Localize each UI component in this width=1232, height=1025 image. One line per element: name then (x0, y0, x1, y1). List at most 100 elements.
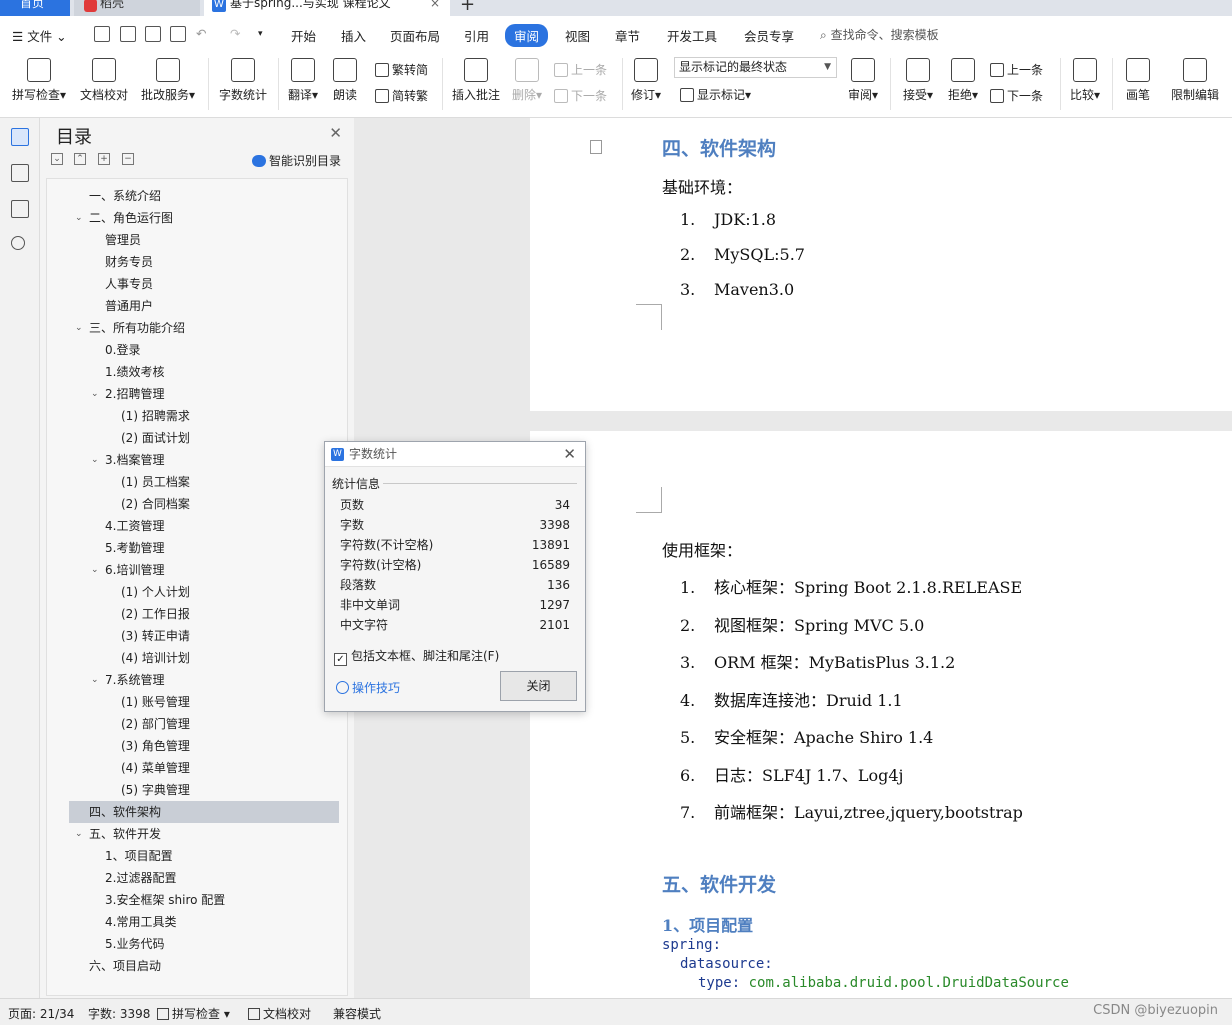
accept-button[interactable]: 接受▾ (899, 52, 937, 103)
close-icon[interactable]: ✕ (563, 445, 576, 463)
toc-item[interactable]: (2) 面试计划 (47, 427, 347, 449)
tips-link[interactable]: 操作技巧 (336, 679, 400, 696)
word-count-button[interactable]: 字数统计 (215, 52, 271, 103)
toc-item[interactable]: (2) 合同档案 (47, 493, 347, 515)
toc-item[interactable]: 人事专员 (47, 273, 347, 295)
track-changes-button[interactable]: 修订▾ (627, 52, 665, 103)
code-line[interactable]: spring: (662, 937, 721, 953)
toc-item[interactable]: (2) 工作日报 (47, 603, 347, 625)
toc-item[interactable]: (4) 菜单管理 (47, 757, 347, 779)
list-item[interactable]: 3. ORM 框架：MyBatisPlus 3.1.2 (680, 649, 955, 673)
chevron-down-icon[interactable]: ⌄ (91, 669, 99, 691)
remove-icon[interactable]: − (122, 153, 134, 165)
chevron-down-icon[interactable]: ⌄ (75, 207, 83, 229)
menu-tab-view[interactable]: 视图 (565, 26, 590, 45)
quick-access-dropdown-icon[interactable]: ▾ (258, 29, 263, 39)
expand-icon[interactable]: ⌃ (74, 153, 86, 165)
toc-item[interactable]: ⌄ 3.档案管理 (47, 449, 347, 471)
spellcheck-button[interactable]: 拼写检查▾ (8, 52, 70, 103)
chapter-nav-icon[interactable] (11, 164, 29, 182)
toc-item[interactable]: 4.常用工具类 (47, 911, 347, 933)
reject-button[interactable]: 拒绝▾ (944, 52, 982, 103)
toc-item[interactable]: 四、软件架构 (69, 801, 339, 823)
next-comment-button[interactable]: 下一条 (554, 87, 607, 104)
heading-development[interactable]: 五、软件开发 (662, 870, 776, 897)
add-icon[interactable]: + (98, 153, 110, 165)
show-markup-button[interactable]: 显示标记▾ (680, 86, 751, 103)
include-textbox-checkbox[interactable]: ✓ 包括文本框、脚注和尾注(F) (334, 647, 499, 666)
code-line[interactable]: type: com.alibaba.druid.pool.DruidDataSo… (698, 975, 1069, 991)
list-item[interactable]: 5. 安全框架：Apache Shiro 1.4 (680, 724, 933, 748)
translate-button[interactable]: 翻译▾ (283, 52, 323, 103)
toc-item[interactable]: (1) 账号管理 (47, 691, 347, 713)
spellcheck-status[interactable]: 拼写检查 ▾ (157, 1005, 230, 1022)
list-item[interactable]: 2. MySQL:5.7 (680, 245, 805, 264)
to-simplified-button[interactable]: 简转繁 (375, 87, 428, 104)
to-traditional-button[interactable]: 繁转简 (375, 61, 428, 78)
toc-item[interactable]: 普通用户 (47, 295, 347, 317)
toc-item[interactable]: (5) 字典管理 (47, 779, 347, 801)
toc-item[interactable]: (1) 员工档案 (47, 471, 347, 493)
menu-tab-chapter[interactable]: 章节 (615, 26, 640, 45)
list-item[interactable]: 4. 数据库连接池：Druid 1.1 (680, 687, 903, 711)
markup-state-select[interactable]: 显示标记的最终状态 ▼ (674, 57, 837, 78)
menu-tab-start[interactable]: 开始 (291, 26, 316, 45)
code-line[interactable]: datasource: (680, 956, 773, 972)
base-env-paragraph[interactable]: 基础环境： (662, 174, 742, 198)
redo-icon[interactable]: ↷ (230, 26, 240, 41)
toc-item[interactable]: 0.登录 (47, 339, 347, 361)
compare-button[interactable]: 比较▾ (1066, 52, 1104, 103)
chevron-down-icon[interactable]: ⌄ (91, 383, 99, 405)
doc-proof-button[interactable]: 文档校对 (78, 52, 130, 103)
smart-toc-button[interactable]: 智能识别目录 (252, 152, 341, 169)
toc-item[interactable]: ⌄ 7.系统管理 (47, 669, 347, 691)
toc-item[interactable]: (1) 个人计划 (47, 581, 347, 603)
toc-item[interactable]: ⌄ 二、角色运行图 (47, 207, 347, 229)
collapse-icon[interactable]: ⌄ (51, 153, 63, 165)
undo-icon[interactable]: ↶ (196, 26, 206, 41)
prev-comment-button[interactable]: 上一条 (554, 61, 607, 78)
document-icon[interactable] (590, 140, 602, 154)
toc-item[interactable]: (3) 转正申请 (47, 625, 347, 647)
chevron-down-icon[interactable]: ⌄ (91, 559, 99, 581)
toc-item[interactable]: 财务专员 (47, 251, 347, 273)
dialog-title-bar[interactable]: 字数统计 (325, 442, 585, 467)
menu-tab-developer[interactable]: 开发工具 (667, 26, 717, 45)
insert-comment-button[interactable]: 插入批注 (450, 52, 502, 103)
restrict-edit-button[interactable]: 限制编辑 (1166, 52, 1224, 103)
search-icon[interactable] (11, 236, 25, 250)
review-pane-button[interactable]: 审阅▾ (845, 52, 881, 103)
tab-document[interactable]: W 基于spring...与实现 课程论文 × (204, 0, 450, 16)
toc-item[interactable]: 5.考勤管理 (47, 537, 347, 559)
pen-button[interactable]: 画笔 (1120, 52, 1156, 103)
save-icon[interactable] (94, 26, 110, 42)
menu-tab-member[interactable]: 会员专享 (744, 26, 794, 45)
toc-item[interactable]: (4) 培训计划 (47, 647, 347, 669)
menu-tab-references[interactable]: 引用 (464, 26, 489, 45)
doc-proof-status[interactable]: 文档校对 (248, 1005, 311, 1022)
toc-item[interactable]: ⌄ 五、软件开发 (47, 823, 347, 845)
close-tab-icon[interactable]: × (430, 0, 440, 10)
toc-item[interactable]: ⌄ 6.培训管理 (47, 559, 347, 581)
menu-tab-review[interactable]: 审阅 (505, 24, 549, 47)
list-item[interactable]: 1. 核心框架：Spring Boot 2.1.8.RELEASE (680, 574, 1022, 598)
toc-item[interactable]: 4.工资管理 (47, 515, 347, 537)
bookmark-icon[interactable] (11, 200, 29, 218)
print-preview-icon[interactable] (170, 26, 186, 42)
chevron-down-icon[interactable]: ⌄ (75, 317, 83, 339)
list-item[interactable]: 3. Maven3.0 (680, 280, 794, 299)
toc-item[interactable]: 一、系统介绍 (47, 185, 347, 207)
toc-item[interactable]: (1) 招聘需求 (47, 405, 347, 427)
list-item[interactable]: 6. 日志：SLF4J 1.7、Log4j (680, 762, 903, 786)
toc-item[interactable]: (3) 角色管理 (47, 735, 347, 757)
new-tab-button[interactable]: + (460, 0, 475, 15)
page-indicator[interactable]: 页面: 21/34 (8, 1005, 74, 1022)
toc-item[interactable]: 5.业务代码 (47, 933, 347, 955)
toc-item[interactable]: 六、项目启动 (47, 955, 347, 977)
menu-tab-layout[interactable]: 页面布局 (390, 26, 440, 45)
toc-item[interactable]: ⌄ 2.招聘管理 (47, 383, 347, 405)
menu-tab-insert[interactable]: 插入 (341, 26, 366, 45)
frameworks-paragraph[interactable]: 使用框架： (662, 537, 742, 561)
read-aloud-button[interactable]: 朗读 (328, 52, 362, 103)
delete-comment-button[interactable]: 删除▾ (508, 52, 546, 103)
